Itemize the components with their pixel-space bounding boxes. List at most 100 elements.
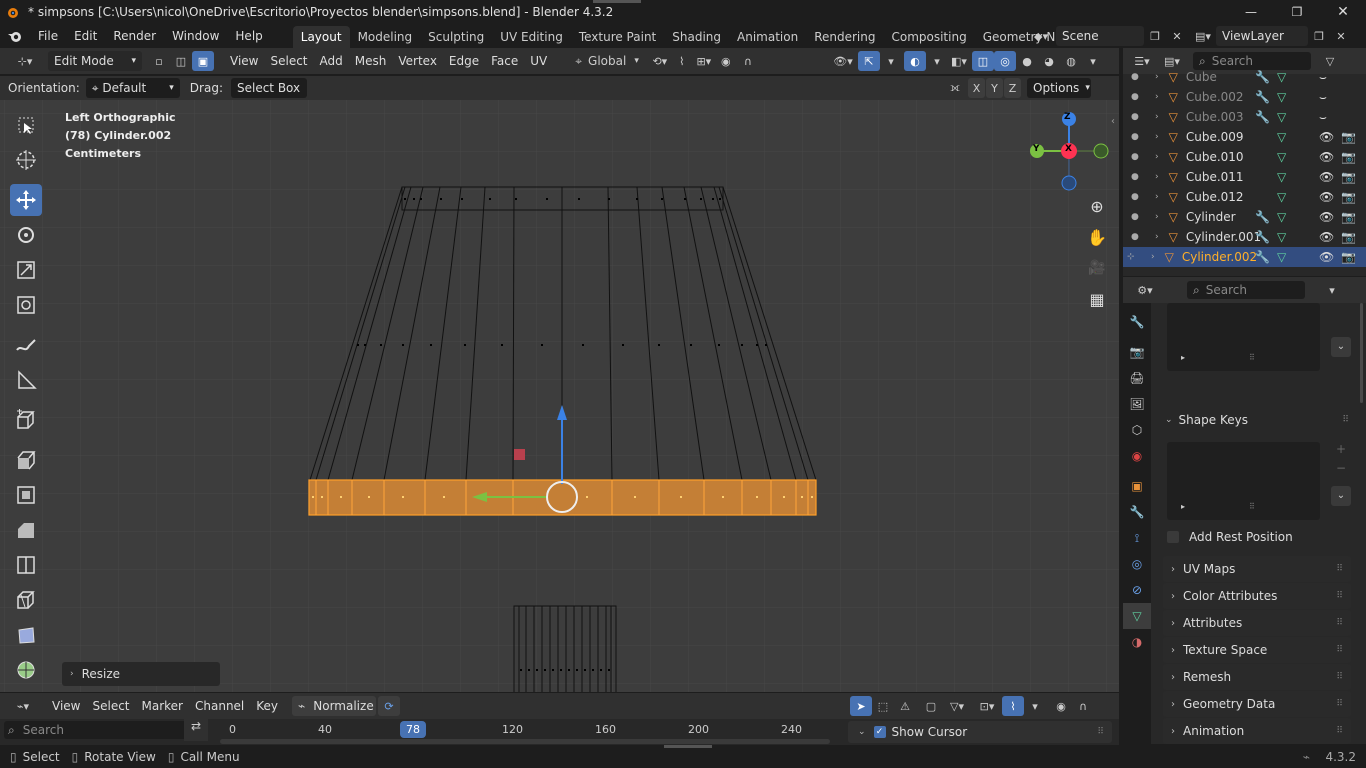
property-panel-header[interactable]: › Color Attributes ⠿ — [1163, 583, 1351, 609]
select-box-tool-icon[interactable] — [10, 109, 42, 141]
property-panel-header[interactable]: › Remesh ⠿ — [1163, 664, 1351, 690]
pan-hand-icon[interactable]: ✋ — [1083, 223, 1111, 251]
expand-arrow-icon[interactable]: › — [1155, 72, 1159, 82]
panel-drag-handle-icon[interactable]: ⠿ — [1336, 645, 1343, 655]
add-cube-tool-icon[interactable] — [10, 404, 42, 436]
material-tab-icon[interactable]: ◑ — [1123, 629, 1151, 655]
show-hidden-icon[interactable]: ⬚ — [872, 696, 894, 716]
row-dot-icon[interactable]: ● — [1131, 112, 1141, 122]
timeline-editor-type-icon[interactable]: ⌁▾ — [8, 696, 38, 716]
row-dot-icon[interactable]: ● — [1131, 172, 1141, 182]
menu-select[interactable]: Select — [264, 51, 313, 71]
render-camera-icon[interactable]: 📷 — [1341, 190, 1356, 204]
checkbox-icon[interactable] — [1167, 531, 1179, 543]
panel-drag-handle-icon[interactable]: ⠿ — [1336, 699, 1343, 709]
editor-type-icon[interactable]: ⊹▾ — [10, 51, 40, 71]
visibility-eye-icon[interactable]: 👁 — [1319, 230, 1334, 244]
mesh-edit-overlay-icon[interactable]: ◧▾ — [948, 51, 970, 71]
row-dot-icon[interactable]: ● — [1131, 192, 1141, 202]
pivot-dropdown-icon[interactable]: ⊡▾ — [976, 696, 998, 716]
row-dot-icon[interactable]: ● — [1131, 72, 1141, 82]
outliner-row[interactable]: ● › ▽ Cube.011 ▽ 👁 📷 — [1123, 167, 1366, 187]
blender-menu-icon[interactable] — [0, 29, 30, 43]
new-scene-icon[interactable]: ❐ — [1144, 26, 1166, 46]
new-view-layer-icon[interactable]: ❐ — [1308, 26, 1330, 46]
property-panel-header[interactable]: › UV Maps ⠿ — [1163, 556, 1351, 582]
transform-tool-icon[interactable] — [10, 289, 42, 321]
outliner-row[interactable]: ● › ▽ Cube.012 ▽ 👁 📷 — [1123, 187, 1366, 207]
outliner-row[interactable]: ●›▽Plane.023🔧▽⌣ — [1123, 267, 1366, 269]
tool-tab-icon[interactable]: 🔧 — [1123, 309, 1151, 335]
property-panel-header[interactable]: › Geometry Data ⠿ — [1163, 691, 1351, 717]
panel-drag-icon[interactable]: ⠿ — [1097, 727, 1104, 737]
timeline-menu-view[interactable]: View — [46, 696, 86, 716]
expand-arrow-icon[interactable]: › — [1155, 112, 1159, 122]
extrude-tool-icon[interactable] — [10, 444, 42, 476]
orientation-setting-dropdown[interactable]: ⌖ Default ▾ — [85, 78, 180, 98]
menu-file[interactable]: File — [30, 24, 66, 48]
menu-edit[interactable]: Edit — [66, 24, 105, 48]
vertex-select-icon[interactable]: ▫ — [148, 51, 170, 71]
timeline-scrollbar[interactable] — [220, 739, 830, 744]
menu-uv[interactable]: UV — [524, 51, 553, 71]
data-tab-icon[interactable]: ▽ — [1123, 603, 1151, 629]
ortho-grid-icon[interactable]: ▦ — [1083, 285, 1111, 313]
loop-cut-tool-icon[interactable] — [10, 549, 42, 581]
edge-select-icon[interactable]: ◫ — [170, 51, 192, 71]
scene-tab-icon[interactable]: ⬡ — [1123, 417, 1151, 443]
mirror-y-button[interactable]: Y — [986, 78, 1003, 98]
outliner-item-name[interactable]: Cube.010 — [1186, 150, 1244, 164]
render-camera-icon[interactable]: 📷 — [1341, 130, 1356, 144]
visibility-eye-icon[interactable]: 👁 — [1319, 210, 1334, 224]
menu-mesh[interactable]: Mesh — [349, 51, 393, 71]
tab-modeling[interactable]: Modeling — [350, 26, 421, 48]
constraints-tab-icon[interactable]: ⊘ — [1123, 577, 1151, 603]
world-tab-icon[interactable]: ◉ — [1123, 443, 1151, 469]
tab-rendering[interactable]: Rendering — [806, 26, 883, 48]
panel-drag-handle-icon[interactable]: ⠿ — [1336, 564, 1343, 574]
3d-viewport[interactable]: Left Orthographic (78) Cylinder.002 Cent… — [0, 100, 1119, 692]
mode-dropdown[interactable]: Edit Mode ▾ — [48, 51, 142, 71]
snap-target-icon[interactable]: ⊞▾ — [693, 51, 715, 71]
expand-arrow-icon[interactable]: › — [1151, 252, 1155, 262]
snap-dropdown-icon[interactable]: ▾ — [1024, 696, 1046, 716]
snap-icon[interactable]: ⌇ — [671, 51, 693, 71]
outliner-item-name[interactable]: Cube.002 — [1186, 90, 1244, 104]
properties-search[interactable]: ⌕ Search — [1187, 281, 1305, 299]
face-select-icon[interactable]: ▣ — [192, 51, 214, 71]
row-dot-icon[interactable]: ● — [1131, 132, 1141, 142]
particles-tab-icon[interactable]: ⟟ — [1123, 525, 1151, 551]
properties-editor-type-icon[interactable]: ⚙▾ — [1127, 280, 1163, 300]
material-shading-icon[interactable]: ◕ — [1038, 51, 1060, 71]
rotate-tool-icon[interactable] — [10, 219, 42, 251]
knife-tool-icon[interactable] — [10, 584, 42, 616]
render-camera-icon[interactable]: 📷 — [1341, 230, 1356, 244]
add-rest-position-checkbox[interactable]: Add Rest Position — [1167, 528, 1293, 546]
overlay-toggle-icon[interactable]: ◐ — [904, 51, 926, 71]
remove-shape-key-icon[interactable]: − — [1331, 461, 1351, 479]
rendered-shading-icon[interactable]: ◍ — [1060, 51, 1082, 71]
physics-tab-icon[interactable]: ◎ — [1123, 551, 1151, 577]
add-shape-key-icon[interactable]: + — [1331, 442, 1351, 460]
view-layer-icon[interactable]: ▤▾ — [1192, 26, 1214, 46]
outliner-item-name[interactable]: Cylinder.001 — [1186, 230, 1261, 244]
properties-scrollbar[interactable] — [1360, 303, 1363, 403]
camera-view-icon[interactable]: 🎥 — [1083, 254, 1111, 282]
object-tab-icon[interactable]: ▣ — [1123, 473, 1151, 499]
visibility-eye-icon[interactable]: ⌣ — [1319, 110, 1327, 125]
timeline-menu-marker[interactable]: Marker — [136, 696, 189, 716]
properties-options-icon[interactable]: ▾ — [1321, 280, 1343, 300]
outliner-row[interactable]: ● › ▽ Cube.002 🔧 ▽ ⌣ — [1123, 87, 1366, 107]
outliner-row[interactable]: ● › ▽ Cylinder.001 🔧 ▽ 👁 📷 — [1123, 227, 1366, 247]
view-layer-tab-icon[interactable]: 🖼 — [1123, 391, 1151, 417]
falloff-curve-icon[interactable]: ∩ — [1072, 696, 1094, 716]
tab-shading[interactable]: Shading — [664, 26, 729, 48]
drag-dropdown[interactable]: Select Box — [230, 78, 307, 98]
expand-arrow-icon[interactable]: › — [1155, 172, 1159, 182]
view-layer-field[interactable]: ViewLayer — [1216, 26, 1308, 46]
drag-handle-icon[interactable]: ⠿ — [1342, 415, 1349, 425]
render-camera-icon[interactable]: 📷 — [1341, 170, 1356, 184]
tab-sculpting[interactable]: Sculpting — [420, 26, 492, 48]
expand-arrow-icon[interactable]: › — [1155, 232, 1159, 242]
outliner-row[interactable]: ● › ▽ Cylinder 🔧 ▽ 👁 📷 — [1123, 207, 1366, 227]
